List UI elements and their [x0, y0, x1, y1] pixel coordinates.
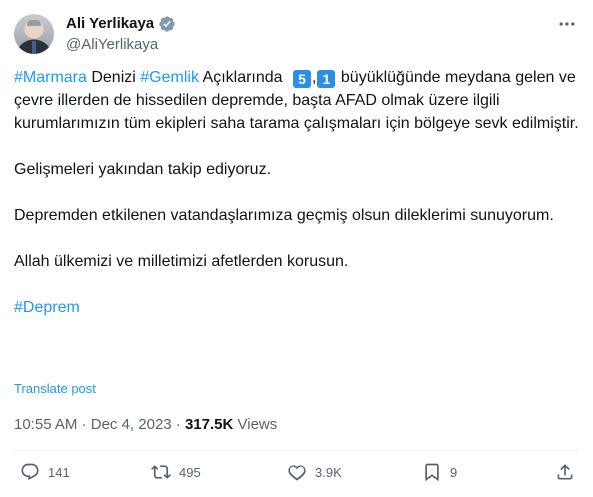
author-display-name-row[interactable]: Ali Yerlikaya [66, 14, 176, 34]
translate-post-link[interactable]: Translate post [14, 381, 96, 396]
keycap-digit-five: 5 [293, 70, 311, 88]
divider [14, 450, 579, 451]
tweet-date[interactable]: Dec 4, 2023 [91, 416, 172, 433]
tweet-text-segment: Denizi [86, 69, 141, 86]
meta-separator: · [171, 416, 185, 433]
repost-button[interactable]: 495 [151, 462, 201, 482]
magnitude-separator: , [312, 69, 317, 86]
bookmark-button[interactable]: 9 [422, 462, 457, 482]
reply-count: 141 [48, 464, 70, 480]
like-button[interactable]: 3.9K [287, 462, 342, 482]
meta-separator: · [77, 416, 91, 433]
avatar-hair [27, 20, 41, 26]
tweet-paragraph-2: Gelişmeleri yakından takip ediyoruz. [14, 161, 272, 178]
avatar[interactable] [14, 14, 54, 54]
more-options-icon[interactable] [555, 12, 579, 36]
tweet-meta: 10:55 AM · Dec 4, 2023 · 317.5K Views [14, 415, 277, 435]
hashtag-deprem[interactable]: #Deprem [14, 299, 80, 316]
share-icon [557, 464, 573, 480]
tweet-paragraph-5: #Deprem [14, 296, 579, 319]
share-button[interactable] [555, 462, 575, 482]
views-count: 317.5K [184, 416, 234, 433]
bookmark-icon [425, 463, 439, 482]
tweet-time[interactable]: 10:55 AM [14, 416, 77, 433]
tweet-text: #Marmara Denizi #Gemlik Açıklarında 5,1 … [14, 66, 579, 319]
verified-badge-icon [159, 16, 175, 32]
heart-icon [288, 465, 306, 481]
like-count: 3.9K [315, 464, 342, 480]
tweet-paragraph-3: Depremden etkilenen vatandaşlarımıza geç… [14, 207, 554, 224]
tweet-header: Ali Yerlikaya @AliYerlikaya [14, 12, 579, 56]
reply-icon [21, 463, 39, 481]
tweet-actions: 141 495 3.9K 9 [14, 462, 579, 486]
repost-count: 495 [179, 464, 201, 480]
avatar-tie [32, 41, 36, 54]
views-label: Views [233, 416, 278, 433]
hashtag-gemlik[interactable]: #Gemlik [140, 69, 199, 86]
author-names: Ali Yerlikaya @AliYerlikaya [66, 14, 176, 55]
tweet-paragraph-4: Allah ülkemizi ve milletimizi afetlerden… [14, 253, 349, 270]
tweet-text-segment: Açıklarında [198, 69, 287, 86]
keycap-digit-one: 1 [317, 70, 336, 88]
hashtag-marmara[interactable]: #Marmara [14, 69, 87, 86]
bookmark-count: 9 [450, 464, 458, 480]
repost-icon [151, 465, 171, 479]
author-display-name[interactable]: Ali Yerlikaya [66, 14, 154, 34]
reply-button[interactable]: 141 [20, 462, 70, 482]
author-handle[interactable]: @AliYerlikaya [66, 35, 176, 55]
tweet-paragraph-1: #Marmara Denizi #Gemlik Açıklarında 5,1 … [14, 66, 579, 135]
